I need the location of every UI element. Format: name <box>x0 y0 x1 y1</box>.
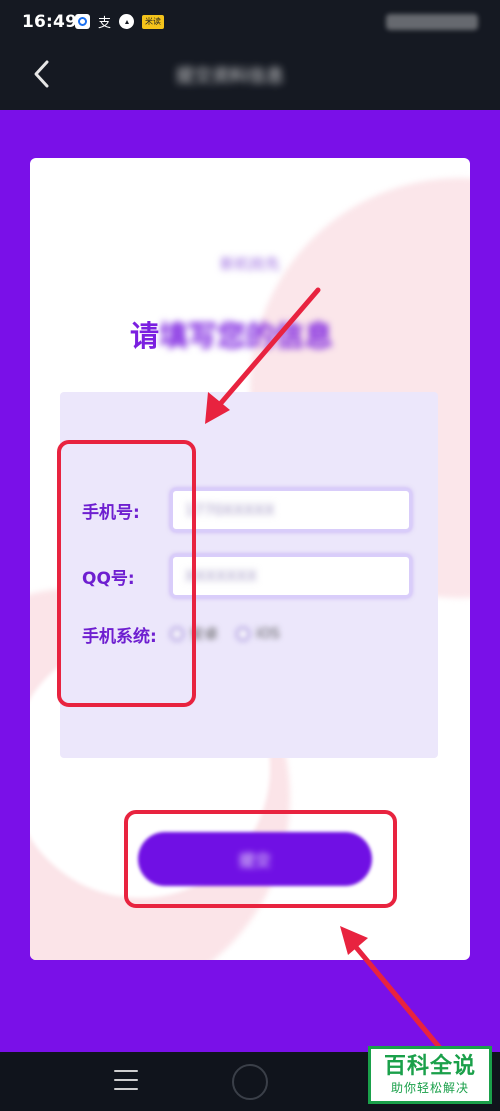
radio-button-icon <box>236 627 250 641</box>
phone-value: 1770XXXXX <box>185 501 275 519</box>
annotation-box-labels <box>57 440 196 707</box>
status-bar: 16:49 支 米读 <box>0 0 500 46</box>
back-button[interactable] <box>28 58 54 90</box>
watermark-tagline: 助你轻松解决 <box>390 1081 469 1095</box>
watermark-logo: 百科全说 助你轻松解决 <box>368 1046 492 1104</box>
compass-icon <box>119 14 135 29</box>
card-subtitle: 新机抢先 <box>219 255 280 273</box>
top-bar: 16:49 支 米读 提交资料信息 <box>0 0 500 110</box>
chevron-left-icon <box>34 60 49 88</box>
card-title: 请填写您的信息 <box>130 313 380 353</box>
phone-input[interactable]: 1770XXXXX <box>170 488 412 532</box>
notification-badge-icon: 米读 <box>142 14 165 29</box>
status-right-blurred <box>386 14 478 30</box>
card-title-prefix: 请 <box>130 319 160 353</box>
radio-ios[interactable]: iOS <box>236 626 280 642</box>
status-icons: 支 米读 <box>75 14 165 31</box>
annotation-box-submit <box>124 810 397 908</box>
qq-input[interactable]: XXXXXXX <box>170 554 412 598</box>
alipay-icon: 支 <box>98 16 112 31</box>
status-time: 16:49 <box>22 12 78 32</box>
menu-icon[interactable] <box>114 1070 138 1090</box>
home-button[interactable] <box>232 1064 268 1100</box>
watermark-title: 百科全说 <box>383 1054 476 1079</box>
page-title: 提交资料信息 <box>176 66 284 86</box>
browser-icon <box>75 14 90 29</box>
radio-ios-label: iOS <box>256 626 280 642</box>
card-title-rest: 填写您的信息 <box>159 319 334 353</box>
